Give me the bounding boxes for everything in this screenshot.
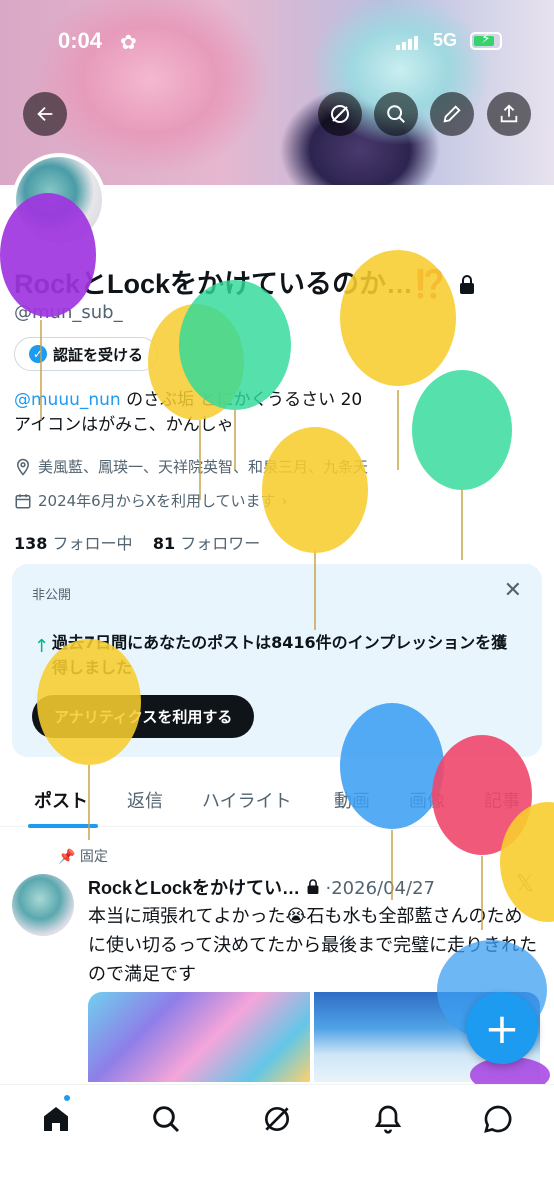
profile-name-text: RockとLockをかけているのか… <box>14 269 414 299</box>
profile-handle: @mun_sub_ <box>14 302 123 323</box>
pinned-label: 固定 <box>79 849 108 865</box>
grok-icon <box>331 105 349 123</box>
post-author-avatar[interactable] <box>12 874 74 936</box>
post-image-1[interactable] <box>88 992 310 1082</box>
tab-images[interactable]: 画像 <box>409 787 445 813</box>
home-notification-dot <box>64 1095 70 1101</box>
active-tab-indicator <box>28 824 98 828</box>
calendar-icon <box>15 493 31 508</box>
post-text: 本当に頑張れてよかった😭石も水も全部藍さんのために使い切るって決めてたから最後ま… <box>88 906 538 985</box>
location-pin-icon <box>16 458 30 476</box>
grok-button[interactable] <box>318 92 362 136</box>
share-button[interactable] <box>487 92 531 136</box>
followers-count: 81 <box>152 534 176 553</box>
search-icon <box>387 105 405 123</box>
follow-stats: 138 フォロー中 81 フォロワー <box>14 530 260 554</box>
compose-post-button[interactable]: + <box>466 992 538 1064</box>
tab-posts[interactable]: ポスト <box>34 787 88 813</box>
post-lock-icon <box>307 879 319 894</box>
location-text: 美風藍、鳳瑛一、天祥院英智、和泉三月、九条天 <box>38 458 369 476</box>
bottom-navigation <box>0 1084 554 1200</box>
trend-up-icon: ↑ <box>34 636 50 657</box>
followers-label: フォロワー <box>180 534 261 553</box>
profile-tabs: ポスト 返信 ハイライト 動画 画像 記事 <box>0 775 554 827</box>
lock-icon <box>460 275 475 294</box>
status-time: 0:04 <box>58 28 103 53</box>
post-header: RockとLockをかけてい… ·2026/04/27 <box>88 874 435 900</box>
tab-videos[interactable]: 動画 <box>334 787 370 813</box>
balloon-red <box>432 735 532 930</box>
bell-icon[interactable] <box>372 1103 404 1135</box>
edit-button[interactable] <box>430 92 474 136</box>
joined-text: 2024年6月からXを利用しています <box>38 492 276 510</box>
get-verified-button[interactable]: ✓ 認証を受ける <box>14 337 159 371</box>
post-date: ·2026/04/27 <box>325 878 435 899</box>
share-icon <box>500 104 518 123</box>
get-verified-label: 認証を受ける <box>53 345 144 364</box>
plus-icon: + <box>484 1003 520 1053</box>
messages-icon[interactable] <box>482 1103 514 1135</box>
verified-badge-icon: ✓ <box>29 345 47 363</box>
home-icon[interactable] <box>40 1103 72 1135</box>
following-label: フォロー中 <box>52 534 133 553</box>
edit-icon <box>443 105 461 123</box>
signal-icon <box>396 34 420 50</box>
balloon-green-1 <box>179 280 291 470</box>
following-count: 138 <box>14 534 48 553</box>
private-analytics-card: 非公開 ✕ ↑ 過去7日間にあなたのポストは8416件のインプレッションを獲得し… <box>12 564 542 757</box>
followers-link[interactable]: 81 フォロワー <box>153 534 260 553</box>
name-emoji: ⁉️ <box>413 269 447 299</box>
impressions-message: 過去7日間にあなたのポストは8416件のインプレッションを獲得しました <box>52 633 508 677</box>
following-link[interactable]: 138 フォロー中 <box>14 534 133 553</box>
post-author-name[interactable]: RockとLockをかけてい… <box>88 878 300 898</box>
tab-replies[interactable]: 返信 <box>127 787 163 813</box>
settings-gear-icon: ✿ <box>120 30 137 54</box>
search-button[interactable] <box>374 92 418 136</box>
tab-highlights[interactable]: ハイライト <box>202 787 292 813</box>
bio-mention-link[interactable]: @muuu_nun <box>14 390 121 410</box>
tab-articles[interactable]: 記事 <box>484 787 520 813</box>
bio-text: のさぶ垢 とにかくうるさい 20 <box>120 390 363 410</box>
analytics-button[interactable]: アナリティクスを利用する <box>32 695 255 738</box>
pinned-indicator: 📌 固定 <box>58 846 108 866</box>
network-label: 5G <box>433 30 458 50</box>
profile-name: RockとLockをかけているのか…⁉️ <box>14 262 476 301</box>
status-bar: 0:04 ✿ 5G ⚡ <box>0 28 554 58</box>
profile-avatar[interactable] <box>12 153 106 247</box>
chevron-right-icon: › <box>281 491 288 510</box>
search-nav-icon[interactable] <box>150 1103 182 1135</box>
grok-nav-icon[interactable] <box>261 1103 293 1135</box>
private-label: 非公開 <box>32 588 72 603</box>
battery-icon: ⚡ <box>470 31 502 50</box>
bio-line-2: アイコンはがみこ、かんしゃ <box>14 415 234 435</box>
profile-location: 美風藍、鳳瑛一、天祥院英智、和泉三月、九条天 <box>14 456 368 477</box>
profile-joined[interactable]: 2024年6月からXを利用しています › <box>14 490 288 511</box>
back-button[interactable] <box>23 92 67 136</box>
pin-icon: 📌 <box>58 849 76 865</box>
back-icon <box>37 106 53 122</box>
x-logo-icon: 𝕏 <box>516 872 534 897</box>
close-icon[interactable]: ✕ <box>504 578 522 603</box>
profile-bio: @muuu_nun のさぶ垢 とにかくうるさい 20 アイコンはがみこ、かんしゃ <box>14 388 540 438</box>
